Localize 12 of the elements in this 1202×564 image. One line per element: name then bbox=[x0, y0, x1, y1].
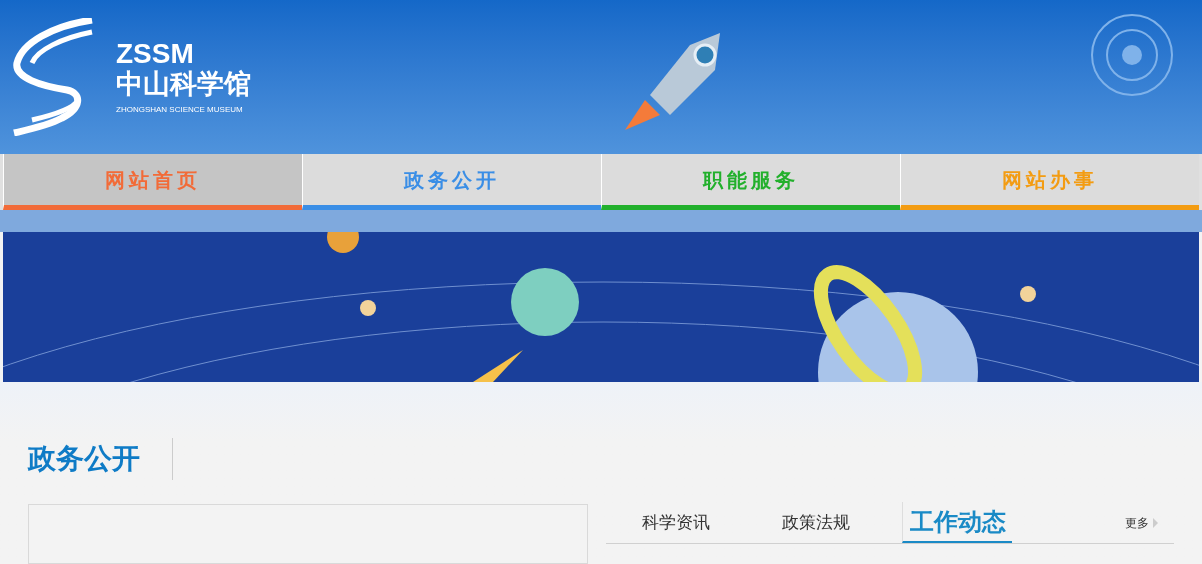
section-title: 政务公开 bbox=[28, 438, 173, 480]
news-tab[interactable]: 政策法规 bbox=[746, 502, 886, 543]
nav-tab[interactable]: 职能服务 bbox=[601, 154, 900, 211]
logo-name: 中山科学馆 bbox=[116, 68, 251, 102]
nav-tab[interactable]: 网站首页 bbox=[3, 154, 302, 211]
logo-abbreviation: ZSSM bbox=[116, 40, 195, 69]
news-tab[interactable]: 科学资讯 bbox=[606, 502, 746, 543]
logo-english-name: ZHONGSHAN SCIENCE MUSEUM bbox=[116, 105, 244, 114]
nav-tab[interactable]: 政务公开 bbox=[302, 154, 601, 211]
news-tab[interactable]: 工作动态 bbox=[902, 502, 1012, 543]
caret-icon bbox=[1153, 517, 1158, 528]
more-link[interactable]: 更多 bbox=[1125, 513, 1158, 532]
